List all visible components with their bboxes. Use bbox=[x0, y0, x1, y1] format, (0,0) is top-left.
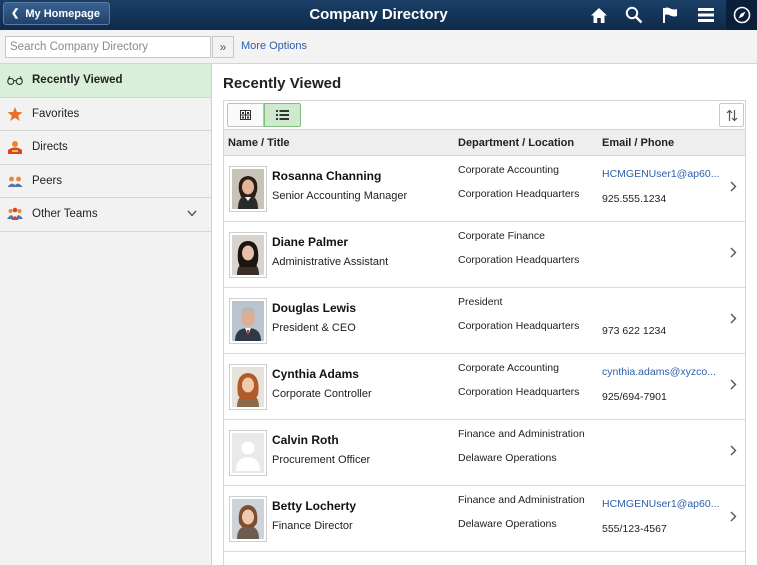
chevron-right-icon[interactable] bbox=[730, 181, 737, 195]
grid-view-icon bbox=[240, 110, 251, 120]
employee-title: Procurement Officer bbox=[272, 454, 371, 466]
employee-photo bbox=[229, 166, 267, 212]
column-header-department: Department / Location bbox=[458, 137, 575, 149]
sort-icon bbox=[726, 109, 737, 121]
my-homepage-button[interactable]: ❮ My Homepage bbox=[3, 2, 110, 25]
employee-phone: 925/694-7901 bbox=[602, 391, 667, 403]
navbar-compass-icon[interactable] bbox=[726, 0, 757, 30]
home-icon[interactable] bbox=[589, 6, 609, 24]
my-homepage-label: My Homepage bbox=[25, 7, 100, 20]
chevron-right-icon[interactable] bbox=[730, 445, 737, 459]
sidebar-item-label: Recently Viewed bbox=[32, 74, 123, 87]
sidebar-item-label: Directs bbox=[32, 141, 68, 154]
star-icon bbox=[7, 106, 23, 122]
employee-photo bbox=[229, 364, 267, 410]
employee-department: Finance and Administration bbox=[458, 428, 585, 440]
employee-phone: 925.555.1234 bbox=[602, 193, 667, 205]
employee-location: Delaware Operations bbox=[458, 452, 557, 464]
employee-photo bbox=[229, 232, 267, 278]
employee-name[interactable]: Douglas Lewis bbox=[272, 301, 356, 315]
employee-location: Corporation Headquarters bbox=[458, 320, 580, 332]
table-row[interactable]: Diane Palmer Administrative Assistant Co… bbox=[224, 222, 745, 288]
sidebar-item-peers[interactable]: Peers bbox=[0, 165, 211, 198]
employee-name[interactable]: Diane Palmer bbox=[272, 235, 348, 249]
section-title: Recently Viewed bbox=[223, 75, 342, 92]
table-row[interactable]: Calvin Roth Procurement Officer Finance … bbox=[224, 420, 745, 486]
employee-photo bbox=[229, 496, 267, 542]
employee-department: Finance and Administration bbox=[458, 494, 585, 506]
glasses-icon bbox=[7, 72, 23, 88]
sidebar-item-recently-viewed[interactable]: Recently Viewed bbox=[0, 64, 211, 98]
chevron-right-icon[interactable] bbox=[730, 313, 737, 327]
sidebar-item-label: Favorites bbox=[32, 107, 80, 120]
table-row[interactable]: Douglas Lewis President & CEO President … bbox=[224, 288, 745, 354]
chevron-right-icon[interactable] bbox=[730, 379, 737, 393]
top-banner: ❮ My Homepage Company Directory bbox=[0, 0, 757, 30]
chevron-left-icon: ❮ bbox=[11, 8, 20, 19]
chevron-down-icon[interactable] bbox=[187, 209, 197, 219]
sidebar-item-other-teams[interactable]: Other Teams bbox=[0, 198, 211, 232]
sort-button[interactable] bbox=[719, 103, 744, 127]
table-row[interactable]: Rosanna Channing Senior Accounting Manag… bbox=[224, 156, 745, 222]
employee-email-link[interactable]: HCMGENUser1@ap60... bbox=[602, 498, 726, 510]
employee-location: Corporation Headquarters bbox=[458, 254, 580, 266]
menu-icon[interactable] bbox=[696, 6, 716, 24]
search-icon[interactable] bbox=[624, 6, 644, 24]
column-header-email: Email / Phone bbox=[602, 137, 675, 149]
directory-table: Name / Title Department / Location Email… bbox=[223, 130, 746, 565]
sidebar-item-favorites[interactable]: Favorites bbox=[0, 98, 211, 131]
employee-department: Corporate Finance bbox=[458, 230, 545, 242]
directs-icon bbox=[7, 139, 23, 155]
search-bar: » More Options bbox=[0, 30, 757, 64]
employee-title: Finance Director bbox=[272, 520, 353, 532]
more-options-link[interactable]: More Options bbox=[241, 40, 307, 52]
employee-phone: 973 622 1234 bbox=[602, 325, 667, 337]
sidebar: Recently Viewed Favorites Directs Peers … bbox=[0, 64, 212, 565]
employee-title: Administrative Assistant bbox=[272, 256, 389, 268]
app-window: ❮ My Homepage Company Directory » More O… bbox=[0, 0, 757, 565]
sidebar-item-label: Other Teams bbox=[32, 208, 98, 221]
employee-name[interactable]: Betty Locherty bbox=[272, 499, 356, 513]
search-input[interactable] bbox=[5, 36, 211, 58]
employee-title: Senior Accounting Manager bbox=[272, 190, 408, 202]
grid-view-button[interactable] bbox=[227, 103, 264, 127]
search-go-button[interactable]: » bbox=[212, 36, 234, 58]
peers-icon bbox=[7, 173, 23, 189]
table-row[interactable]: Cynthia Adams Corporate Controller Corpo… bbox=[224, 354, 745, 420]
employee-phone: 555/123-4567 bbox=[602, 523, 667, 535]
table-row[interactable]: Betty Locherty Finance Director Finance … bbox=[224, 486, 745, 552]
employee-name[interactable]: Cynthia Adams bbox=[272, 367, 359, 381]
employee-email-link[interactable]: HCMGENUser1@ap60... bbox=[602, 168, 726, 180]
list-view-icon bbox=[276, 110, 289, 120]
results-toolbar bbox=[223, 100, 746, 130]
table-header: Name / Title Department / Location Email… bbox=[224, 130, 745, 156]
column-header-name: Name / Title bbox=[228, 137, 290, 149]
chevron-right-icon[interactable] bbox=[730, 511, 737, 525]
teams-icon bbox=[7, 206, 23, 222]
employee-name[interactable]: Calvin Roth bbox=[272, 433, 339, 447]
employee-department: Corporate Accounting bbox=[458, 164, 559, 176]
employee-title: Corporate Controller bbox=[272, 388, 372, 400]
employee-email-link[interactable]: cynthia.adams@xyzco... bbox=[602, 366, 726, 378]
employee-photo bbox=[229, 298, 267, 344]
employee-location: Delaware Operations bbox=[458, 518, 557, 530]
list-view-button[interactable] bbox=[264, 103, 301, 127]
employee-title: President & CEO bbox=[272, 322, 356, 334]
employee-location: Corporation Headquarters bbox=[458, 188, 580, 200]
flag-icon[interactable] bbox=[660, 6, 680, 24]
employee-photo-placeholder bbox=[229, 430, 267, 476]
employee-location: Corporation Headquarters bbox=[458, 386, 580, 398]
chevron-right-icon[interactable] bbox=[730, 247, 737, 261]
employee-name[interactable]: Rosanna Channing bbox=[272, 169, 381, 183]
main-content: Recently Viewed Name / Title Department … bbox=[212, 64, 757, 565]
sidebar-item-directs[interactable]: Directs bbox=[0, 131, 211, 165]
employee-department: President bbox=[458, 296, 503, 308]
sidebar-item-label: Peers bbox=[32, 174, 63, 187]
employee-department: Corporate Accounting bbox=[458, 362, 559, 374]
